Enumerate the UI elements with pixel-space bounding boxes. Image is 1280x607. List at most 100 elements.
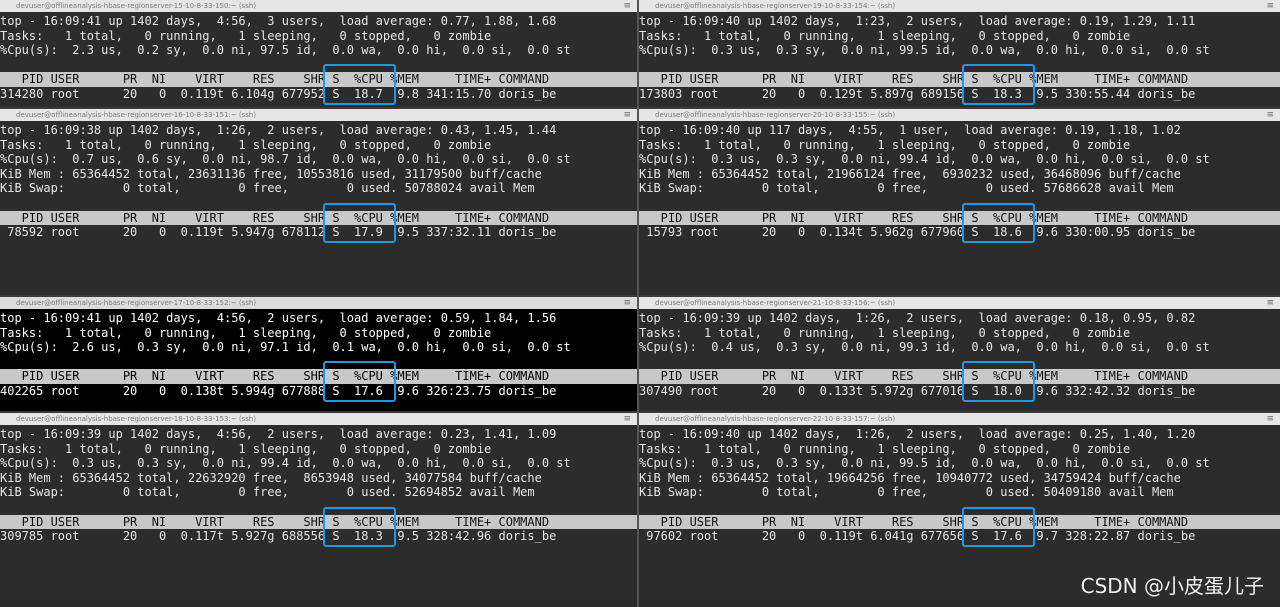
cpu-mem-highlight-box — [323, 64, 396, 105]
summary-line: %Cpu(s): 0.3 us, 0.3 sy, 0.0 ni, 99.5 id… — [639, 43, 1210, 58]
process-row: 15793 root 20 0 0.134t 5.962g 677960 S 1… — [639, 225, 1196, 240]
terminal-output[interactable]: top - 16:09:40 up 117 days, 4:55, 1 user… — [639, 121, 1280, 240]
pane-menu-icon[interactable]: ≡ — [1266, 413, 1274, 425]
summary-line: KiB Swap: 0 total, 0 free, 0 used. 52694… — [0, 485, 535, 500]
process-row: 173803 root 20 0 0.129t 5.897g 689156 S … — [639, 86, 1196, 101]
pane-menu-icon[interactable]: ≡ — [623, 297, 631, 309]
pane-titlebar[interactable]: devuser@offlineanalysis-hbase-regionserv… — [639, 0, 1280, 12]
pane-titlebar[interactable]: devuser@offlineanalysis-hbase-regionserv… — [0, 297, 637, 309]
pane-titlebar[interactable]: devuser@offlineanalysis-hbase-regionserv… — [0, 413, 637, 425]
pane-title: devuser@offlineanalysis-hbase-regionserv… — [16, 415, 257, 423]
process-row: 97602 root 20 0 0.119t 6.041g 677656 S 1… — [639, 529, 1196, 544]
pane-title: devuser@offlineanalysis-hbase-regionserv… — [16, 111, 257, 119]
process-table-header: PID USER PR NI VIRT RES SHR S %CPU %MEM … — [0, 210, 637, 226]
process-table-header: PID USER PR NI VIRT RES SHR S %CPU %MEM … — [0, 72, 637, 87]
cpu-mem-highlight-box — [962, 64, 1035, 105]
terminal-pane[interactable]: devuser@offlineanalysis-hbase-regionserv… — [639, 0, 1280, 107]
process-table-header: PID USER PR NI VIRT RES SHR S %CPU %MEM … — [639, 72, 1280, 87]
terminal-pane[interactable]: devuser@offlineanalysis-hbase-regionserv… — [639, 297, 1280, 411]
summary-line: Tasks: 1 total, 0 running, 1 sleeping, 0… — [0, 441, 492, 456]
summary-line: top - 16:09:38 up 1402 days, 1:26, 2 use… — [0, 123, 557, 137]
terminal-pane[interactable]: devuser@offlineanalysis-hbase-regionserv… — [0, 109, 637, 295]
summary-line: top - 16:09:40 up 1402 days, 1:26, 2 use… — [639, 427, 1196, 441]
summary-line: KiB Mem : 65364452 total, 22632920 free,… — [0, 470, 542, 485]
terminal-pane-active[interactable]: devuser@offlineanalysis-hbase-regionserv… — [0, 297, 637, 411]
process-row: 314280 root 20 0 0.119t 6.104g 677952 S … — [0, 86, 557, 101]
summary-line: top - 16:09:40 up 117 days, 4:55, 1 user… — [639, 123, 1181, 137]
summary-line: top - 16:09:41 up 1402 days, 4:56, 3 use… — [0, 14, 557, 28]
summary-line: top - 16:09:40 up 1402 days, 1:23, 2 use… — [639, 14, 1196, 28]
pane-title: devuser@offlineanalysis-hbase-regionserv… — [655, 299, 896, 307]
summary-line: Tasks: 1 total, 0 running, 1 sleeping, 0… — [0, 28, 492, 43]
process-table-header: PID USER PR NI VIRT RES SHR S %CPU %MEM … — [639, 210, 1280, 226]
pane-menu-icon[interactable]: ≡ — [1266, 0, 1274, 12]
terminal-output[interactable]: top - 16:09:38 up 1402 days, 1:26, 2 use… — [0, 121, 637, 240]
terminal-output[interactable]: top - 16:09:39 up 1402 days, 1:26, 2 use… — [639, 309, 1280, 399]
pane-title: devuser@offlineanalysis-hbase-regionserv… — [16, 299, 257, 307]
terminal-pane[interactable]: devuser@offlineanalysis-hbase-regionserv… — [639, 109, 1280, 295]
summary-line: KiB Mem : 65364452 total, 23631136 free,… — [0, 166, 542, 181]
summary-line: %Cpu(s): 0.3 us, 0.3 sy, 0.0 ni, 99.4 id… — [639, 152, 1210, 167]
summary-line: KiB Mem : 65364452 total, 19664256 free,… — [639, 470, 1181, 485]
pane-title: devuser@offlineanalysis-hbase-regionserv… — [655, 111, 896, 119]
cpu-mem-highlight-box — [323, 506, 396, 547]
summary-line: %Cpu(s): 0.3 us, 0.3 sy, 0.0 ni, 99.5 id… — [639, 456, 1210, 471]
pane-menu-icon[interactable]: ≡ — [1266, 109, 1274, 121]
process-table-header: PID USER PR NI VIRT RES SHR S %CPU %MEM … — [0, 369, 637, 384]
summary-line: Tasks: 1 total, 0 running, 1 sleeping, 0… — [639, 325, 1131, 340]
summary-line: Tasks: 1 total, 0 running, 1 sleeping, 0… — [0, 137, 492, 152]
pane-titlebar[interactable]: devuser@offlineanalysis-hbase-regionserv… — [0, 0, 637, 12]
pane-menu-icon[interactable]: ≡ — [623, 413, 631, 425]
terminal-output[interactable]: top - 16:09:40 up 1402 days, 1:23, 2 use… — [639, 12, 1280, 102]
pane-menu-icon[interactable]: ≡ — [623, 0, 631, 12]
summary-line: Tasks: 1 total, 0 running, 1 sleeping, 0… — [639, 137, 1131, 152]
process-table-header: PID USER PR NI VIRT RES SHR S %CPU %MEM … — [0, 514, 637, 530]
process-table-header: PID USER PR NI VIRT RES SHR S %CPU %MEM … — [639, 514, 1280, 530]
summary-line: %Cpu(s): 2.6 us, 0.3 sy, 0.0 ni, 97.1 id… — [0, 340, 571, 355]
summary-line: Tasks: 1 total, 0 running, 1 sleeping, 0… — [0, 325, 492, 340]
pane-title: devuser@offlineanalysis-hbase-regionserv… — [655, 2, 896, 10]
cpu-mem-highlight-box — [962, 506, 1035, 547]
pane-titlebar[interactable]: devuser@offlineanalysis-hbase-regionserv… — [639, 413, 1280, 425]
pane-titlebar[interactable]: devuser@offlineanalysis-hbase-regionserv… — [639, 297, 1280, 309]
summary-line: KiB Swap: 0 total, 0 free, 0 used. 57686… — [639, 181, 1174, 196]
terminal-output[interactable]: top - 16:09:40 up 1402 days, 1:26, 2 use… — [639, 425, 1280, 544]
process-row: 402265 root 20 0 0.138t 5.994g 677888 S … — [0, 383, 557, 398]
terminal-pane[interactable]: devuser@offlineanalysis-hbase-regionserv… — [0, 0, 637, 107]
pane-titlebar[interactable]: devuser@offlineanalysis-hbase-regionserv… — [0, 109, 637, 121]
watermark: CSDN @小皮蛋儿子 — [1080, 574, 1264, 598]
process-table-header: PID USER PR NI VIRT RES SHR S %CPU %MEM … — [639, 369, 1280, 384]
pane-title: devuser@offlineanalysis-hbase-regionserv… — [655, 415, 896, 423]
summary-line: Tasks: 1 total, 0 running, 1 sleeping, 0… — [639, 28, 1131, 43]
summary-line: KiB Mem : 65364452 total, 21966124 free,… — [639, 166, 1181, 181]
terminal-output[interactable]: top - 16:09:41 up 1402 days, 4:56, 3 use… — [0, 12, 637, 102]
cpu-mem-highlight-box — [323, 361, 396, 402]
summary-line: top - 16:09:39 up 1402 days, 1:26, 2 use… — [639, 311, 1196, 325]
summary-line: %Cpu(s): 2.3 us, 0.2 sy, 0.0 ni, 97.5 id… — [0, 43, 571, 58]
process-row: 78592 root 20 0 0.119t 5.947g 678112 S 1… — [0, 225, 557, 240]
process-row: 309785 root 20 0 0.117t 5.927g 688556 S … — [0, 529, 557, 544]
summary-line: KiB Swap: 0 total, 0 free, 0 used. 50409… — [639, 485, 1174, 500]
cpu-mem-highlight-box — [323, 202, 396, 243]
summary-line: Tasks: 1 total, 0 running, 1 sleeping, 0… — [639, 441, 1131, 456]
process-row: 307490 root 20 0 0.133t 5.972g 677016 S … — [639, 383, 1196, 398]
terminal-output[interactable]: top - 16:09:39 up 1402 days, 4:56, 2 use… — [0, 425, 637, 544]
terminal-output[interactable]: top - 16:09:41 up 1402 days, 4:56, 2 use… — [0, 309, 637, 399]
pane-titlebar[interactable]: devuser@offlineanalysis-hbase-regionserv… — [639, 109, 1280, 121]
pane-menu-icon[interactable]: ≡ — [623, 109, 631, 121]
cpu-mem-highlight-box — [962, 361, 1035, 402]
terminal-pane[interactable]: devuser@offlineanalysis-hbase-regionserv… — [0, 413, 637, 607]
summary-line: KiB Swap: 0 total, 0 free, 0 used. 50788… — [0, 181, 535, 196]
cpu-mem-highlight-box — [962, 202, 1035, 243]
summary-line: %Cpu(s): 0.3 us, 0.3 sy, 0.0 ni, 99.4 id… — [0, 456, 571, 471]
summary-line: top - 16:09:41 up 1402 days, 4:56, 2 use… — [0, 311, 557, 325]
pane-menu-icon[interactable]: ≡ — [1266, 297, 1274, 309]
